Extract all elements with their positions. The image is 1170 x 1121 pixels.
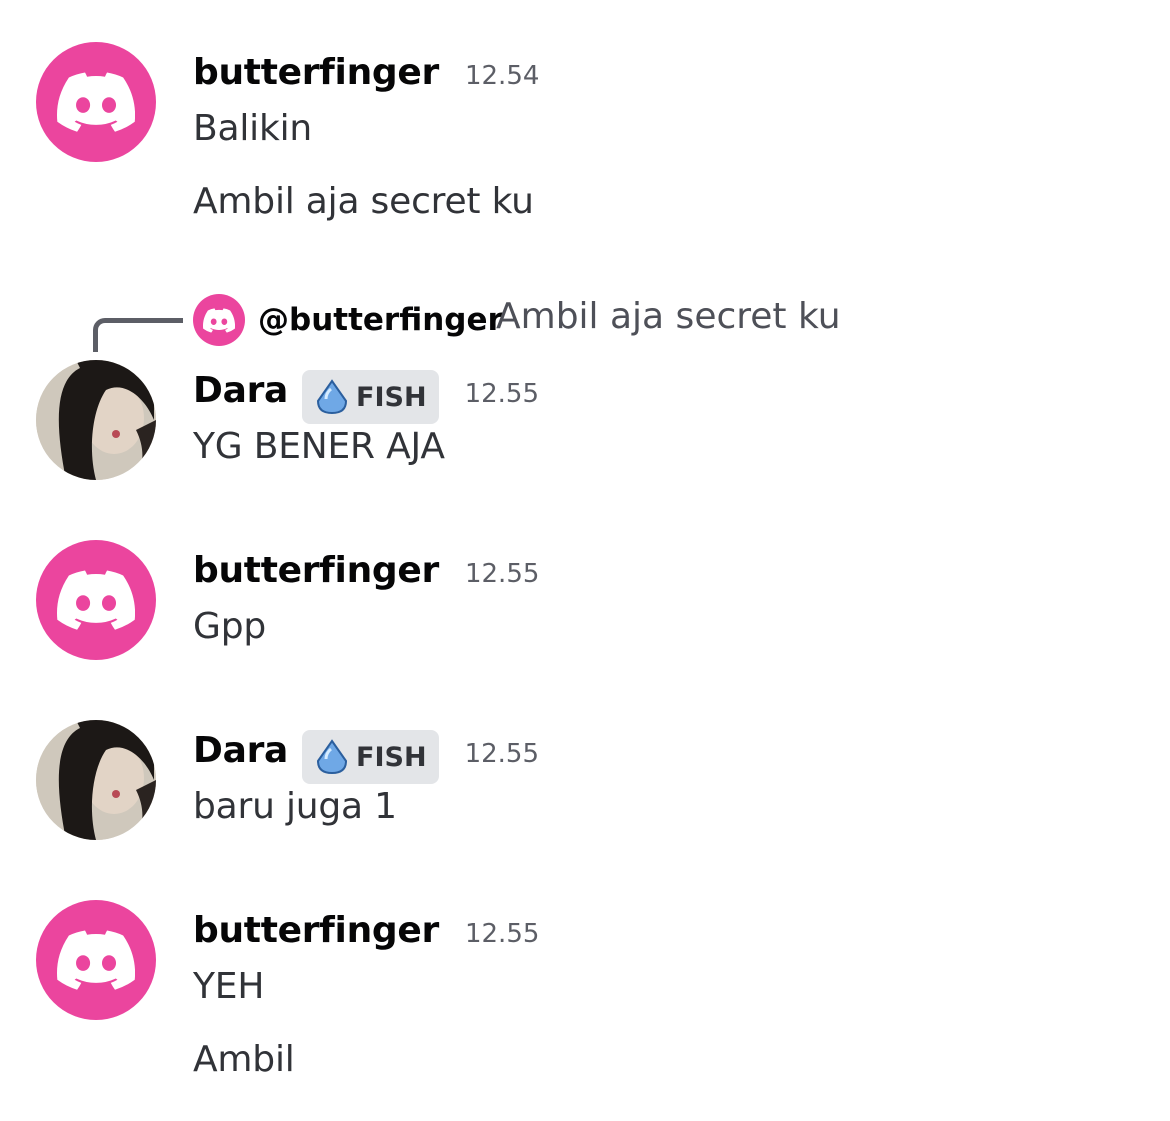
water-drop-icon [317,739,348,775]
avatar[interactable] [36,360,156,480]
message-text: Gpp [193,606,266,647]
message-text: Balikin [193,108,313,149]
author-name[interactable]: Dara [193,370,288,411]
reply-reference[interactable]: @butterfinger Ambil aja secret ku [0,290,1170,360]
message-text: Ambil [193,1039,295,1080]
author-name[interactable]: Dara [193,730,288,771]
profile-photo-icon [36,360,156,480]
server-tag[interactable]: FISH [302,730,439,784]
reply-preview-text[interactable]: Ambil aja secret ku [496,296,841,337]
discord-logo-icon [57,570,135,630]
reply-spine [93,318,183,352]
avatar[interactable] [36,42,156,162]
author-name[interactable]: butterfinger [193,910,439,951]
timestamp: 12.55 [464,919,540,949]
server-tag-label: FISH [356,741,427,773]
message-text: YG BENER AJA [193,426,445,467]
message-text: Ambil aja secret ku [193,181,534,222]
message-text: YEH [193,966,265,1007]
timestamp: 12.55 [464,379,540,409]
timestamp: 12.55 [464,739,540,769]
avatar[interactable] [36,900,156,1020]
timestamp: 12.54 [464,61,540,91]
discord-logo-icon [203,307,235,333]
message-text: baru juga 1 [193,786,397,827]
server-tag-label: FISH [356,381,427,413]
profile-photo-icon [36,720,156,840]
reply-mention[interactable]: @butterfinger [258,302,503,338]
server-tag[interactable]: FISH [302,370,439,424]
water-drop-icon [317,379,348,415]
timestamp: 12.55 [464,559,540,589]
author-name[interactable]: butterfinger [193,550,439,591]
reply-avatar [193,294,245,346]
author-name[interactable]: butterfinger [193,52,439,93]
discord-logo-icon [57,72,135,132]
avatar[interactable] [36,540,156,660]
avatar[interactable] [36,720,156,840]
discord-logo-icon [57,930,135,990]
